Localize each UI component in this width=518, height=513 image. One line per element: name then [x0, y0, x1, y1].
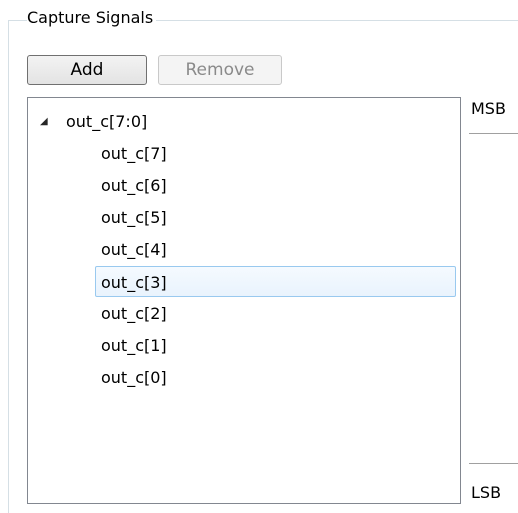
child-item-label: out_c[4]: [101, 240, 167, 259]
tree-child-item[interactable]: out_c[4]: [96, 234, 454, 265]
tree-child-item[interactable]: out_c[6]: [96, 170, 454, 201]
tree-child-item[interactable]: out_c[1]: [96, 330, 454, 361]
child-item-label: out_c[3]: [101, 273, 167, 292]
msb-divider: [469, 133, 518, 134]
tree-parent-node[interactable]: ◢ out_c[7:0]: [28, 106, 458, 137]
child-item-label: out_c[1]: [101, 336, 167, 355]
tree-child-item[interactable]: out_c[5]: [96, 202, 454, 233]
lsb-divider: [469, 463, 518, 464]
msb-label: MSB: [471, 99, 506, 118]
expand-triangle-icon[interactable]: ◢: [40, 106, 48, 137]
tree-child-item[interactable]: out_c[2]: [96, 298, 454, 329]
add-button[interactable]: Add: [27, 55, 147, 85]
child-item-label: out_c[7]: [101, 144, 167, 163]
parent-node-label: out_c[7:0]: [66, 112, 148, 131]
child-item-label: out_c[5]: [101, 208, 167, 227]
child-item-label: out_c[0]: [101, 368, 167, 387]
remove-button[interactable]: Remove: [158, 55, 282, 85]
child-item-label: out_c[2]: [101, 304, 167, 323]
signal-tree[interactable]: ◢ out_c[7:0] out_c[7] out_c[6] out_c[5] …: [27, 97, 461, 504]
tree-child-item[interactable]: out_c[0]: [96, 362, 454, 393]
tree-child-item-selected[interactable]: out_c[3]: [95, 266, 456, 297]
tree-child-item[interactable]: out_c[7]: [96, 138, 454, 169]
child-item-label: out_c[6]: [101, 176, 167, 195]
group-title: Capture Signals: [27, 7, 157, 29]
lsb-label: LSB: [471, 483, 502, 502]
capture-signals-panel: Capture Signals Add Remove ◢ out_c[7:0] …: [0, 0, 518, 513]
